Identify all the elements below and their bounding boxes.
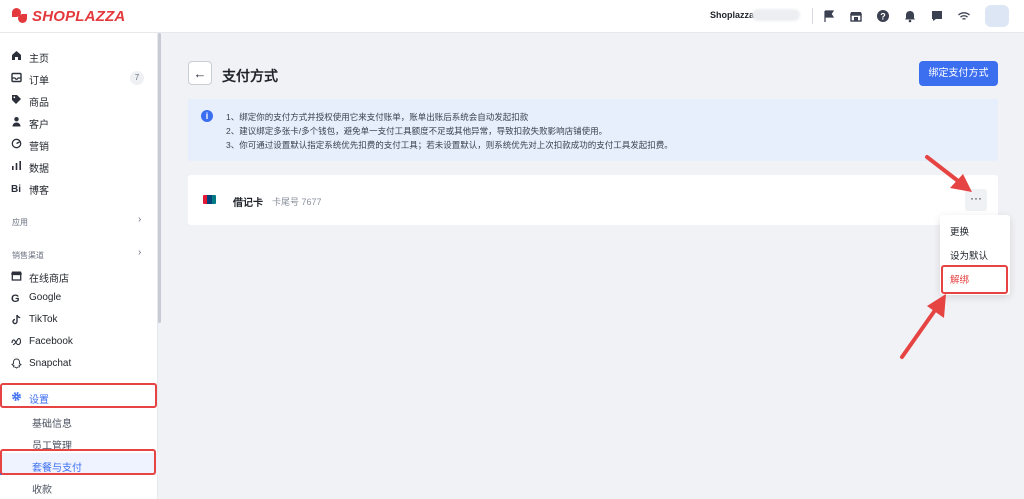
card-type: 借记卡 <box>233 198 263 209</box>
apps-group-label[interactable]: 应用 <box>12 217 28 228</box>
bell-icon[interactable] <box>903 9 917 23</box>
sidebar: 主页 订单 7 商品 客户 营销 数据 Bi 博客 应用 › 销售渠道 › 在线… <box>0 33 158 499</box>
sidebar-item-google[interactable]: G Google <box>0 287 158 309</box>
sidebar-subitem-payments[interactable]: 收款 <box>0 475 158 497</box>
store-name[interactable]: Shoplazza <box>710 10 754 20</box>
sidebar-item-label: 主页 <box>29 54 49 65</box>
payment-card-row: 借记卡 卡尾号 7677 ··· <box>188 175 998 225</box>
sidebar-item-label: 商品 <box>29 98 49 109</box>
notice-line: 2、建议绑定多张卡/多个钱包，避免单一支付工具额度不足或其他异常，导致扣款失败影… <box>226 126 608 136</box>
google-icon: G <box>11 293 20 303</box>
chart-icon <box>12 161 21 170</box>
sidebar-item-label: Facebook <box>29 336 73 347</box>
logo-text: SHOPLAZZA <box>32 7 126 25</box>
topbar-divider <box>812 8 813 24</box>
bind-payment-method-button[interactable]: 绑定支付方式 <box>919 61 998 86</box>
sidebar-item-marketing[interactable]: 营销 <box>0 133 158 155</box>
sidebar-item-orders[interactable]: 订单 7 <box>0 67 158 89</box>
sidebar-subitem-basic-info[interactable]: 基础信息 <box>0 409 158 431</box>
avatar[interactable] <box>985 5 1009 27</box>
page-title: 支付方式 <box>222 68 278 84</box>
meta-icon <box>11 337 22 346</box>
notice-line: 3、你可通过设置默认指定系统优先扣费的支付工具；若未设置默认，则系统优先对上次扣… <box>226 140 673 150</box>
sidebar-item-customers[interactable]: 客户 <box>0 111 158 133</box>
marketing-icon <box>11 138 22 149</box>
blog-icon: Bi <box>11 184 21 193</box>
highlight-plan-billing <box>0 449 156 475</box>
tiktok-icon <box>12 314 21 325</box>
sidebar-item-label: 订单 <box>29 76 49 87</box>
svg-text:Bi: Bi <box>11 184 21 193</box>
store-domain-blurred <box>752 9 800 21</box>
svg-text:?: ? <box>880 12 886 22</box>
card-tail-number: 卡尾号 7677 <box>272 197 322 207</box>
sidebar-item-blog[interactable]: Bi 博客 <box>0 177 158 199</box>
arrow-to-unbind <box>900 294 946 359</box>
sidebar-subitem-label: 收款 <box>32 485 52 496</box>
sidebar-item-label: Google <box>29 292 62 303</box>
sidebar-item-snapchat[interactable]: Snapchat <box>0 353 158 375</box>
sidebar-item-home[interactable]: 主页 <box>0 45 158 67</box>
snapchat-icon <box>11 358 22 369</box>
sales-channels-group-label[interactable]: 销售渠道 <box>12 250 44 261</box>
flag-icon[interactable] <box>822 9 836 23</box>
sidebar-item-label: Snapchat <box>29 358 72 369</box>
sidebar-scrollbar[interactable] <box>158 33 161 323</box>
sidebar-item-label: 客户 <box>29 120 49 131</box>
sidebar-item-label: 营销 <box>29 142 49 153</box>
sidebar-item-analytics[interactable]: 数据 <box>0 155 158 177</box>
chevron-right-icon[interactable]: › <box>138 247 141 258</box>
highlight-unbind <box>941 265 1008 294</box>
chat-icon[interactable] <box>930 9 944 23</box>
shoplazza-logo-icon <box>12 8 28 24</box>
arrow-left-icon: ← <box>193 65 207 81</box>
sidebar-item-label: 博客 <box>29 186 49 197</box>
order-count-badge: 7 <box>130 71 144 85</box>
wifi-icon[interactable] <box>957 9 971 23</box>
menu-item-replace[interactable]: 更换 <box>950 224 969 238</box>
svg-text:G: G <box>11 293 20 303</box>
sidebar-item-label: 数据 <box>29 164 49 175</box>
sidebar-item-label: TikTok <box>29 314 58 325</box>
chevron-right-icon[interactable]: › <box>138 214 141 225</box>
menu-item-set-default[interactable]: 设为默认 <box>950 248 988 262</box>
top-bar: SHOPLAZZA Shoplazza ? <box>0 0 1024 33</box>
tag-icon <box>12 95 21 104</box>
info-icon: i <box>201 110 213 122</box>
info-notice: i 1、绑定你的支付方式并授权使用它来支付账单，账单出账后系统会自动发起扣款 2… <box>188 99 998 161</box>
order-icon <box>11 72 22 83</box>
sidebar-item-facebook[interactable]: Facebook <box>0 331 158 353</box>
shoplazza-logo[interactable]: SHOPLAZZA <box>12 7 125 25</box>
store-icon[interactable] <box>849 9 863 23</box>
store-icon <box>11 271 22 281</box>
sidebar-item-tiktok[interactable]: TikTok <box>0 309 158 331</box>
unionpay-icon <box>203 195 216 204</box>
sidebar-subitem-label: 基础信息 <box>32 419 72 430</box>
notice-line: 1、绑定你的支付方式并授权使用它来支付账单，账单出账后系统会自动发起扣款 <box>226 112 529 122</box>
back-button[interactable]: ← <box>188 61 212 85</box>
more-actions-button[interactable]: ··· <box>965 189 987 211</box>
user-icon <box>12 117 21 127</box>
home-icon <box>12 51 21 60</box>
highlight-settings <box>0 383 157 408</box>
sidebar-item-label: 在线商店 <box>29 274 69 285</box>
sidebar-item-products[interactable]: 商品 <box>0 89 158 111</box>
help-icon[interactable]: ? <box>876 9 890 23</box>
sidebar-item-online-store[interactable]: 在线商店 <box>0 265 158 287</box>
